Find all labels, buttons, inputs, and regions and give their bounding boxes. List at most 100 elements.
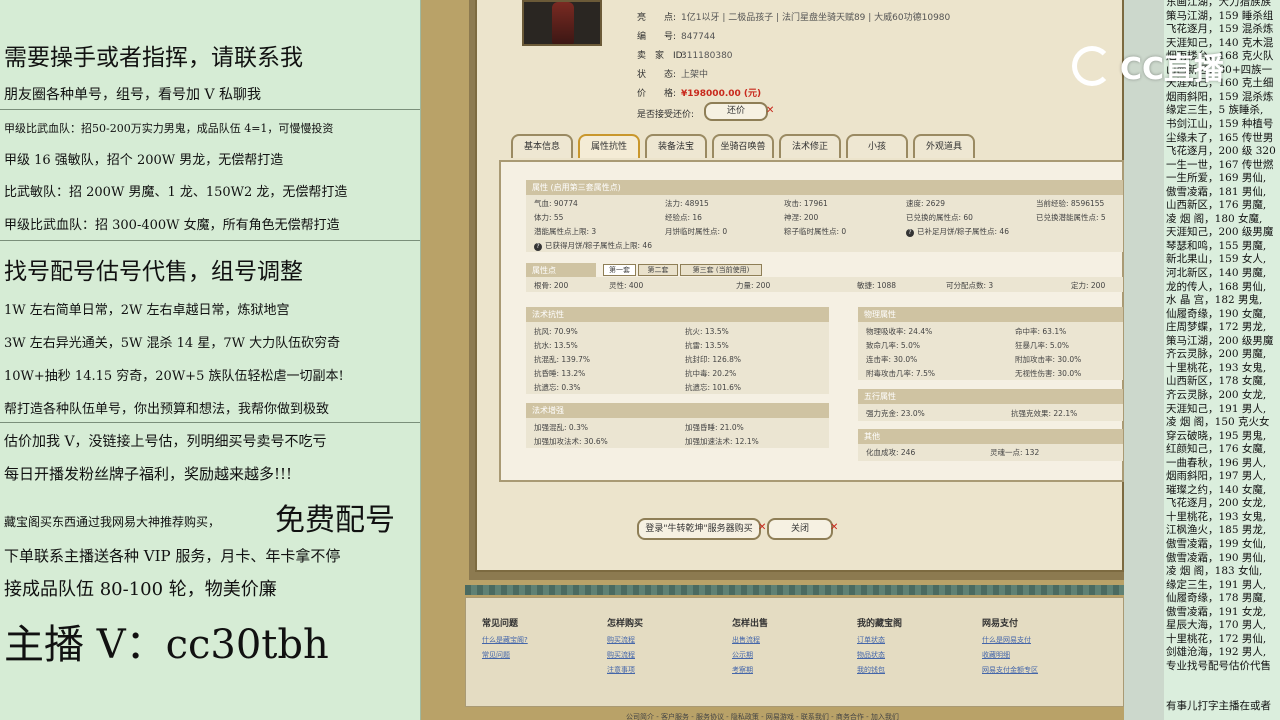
attr-cell: 气血: 90774	[534, 199, 578, 208]
attr-cell: ? 已补足月饼/粽子属性点: 46	[906, 226, 1009, 237]
physical-cell: 狂暴几率: 5.0%	[1015, 341, 1069, 350]
footer-link[interactable]: 收藏明细	[982, 650, 1010, 660]
counter-offer-button[interactable]: 还价	[704, 102, 768, 121]
ad-line-price1: 1W 左右简单日常，2W 左右卓越日常，炼狱地宫	[4, 303, 290, 318]
footer-col-title: 怎样出售	[732, 619, 769, 629]
character-avatar	[522, 0, 602, 46]
footer-link[interactable]: 常见问题	[482, 650, 510, 660]
info-price: 价 格: ¥198000.00 (元)	[637, 89, 762, 99]
boost-cell: 加强加攻法术: 30.6%	[534, 437, 608, 446]
ad-line-team4: 甲级比武血队：招 300-400W 女魔，所有角色无偿帮打造	[4, 218, 340, 233]
points-cell: 灵性: 400	[609, 281, 644, 290]
footer-col-title: 怎样购买	[607, 619, 644, 629]
subtab-set-3[interactable]: 第三套 (当前使用)	[680, 264, 762, 276]
footer-link[interactable]: 网易支付金额专区	[982, 665, 1038, 675]
footer-col-title: 我的藏宝阁	[857, 619, 903, 629]
section-title-resist: 法术抗性	[526, 307, 829, 322]
resist-cell: 抗遗忘: 0.3%	[534, 383, 581, 392]
resist-cell: 抗中毒: 20.2%	[685, 369, 737, 378]
close-button[interactable]: 关闭	[767, 518, 833, 540]
ad-line-friends: 朋友圈各种单号，组号，看号加 V 私聊我	[4, 87, 262, 103]
ad-contact: 主播 V：cc30tbh	[4, 622, 329, 668]
ad-line-estimate: 估价加我 V，没链接上号估，列明细买号卖号不吃亏	[4, 434, 327, 450]
ad-line-help: 帮打造各种队伍单号，你出预算和想法，我帮你做到极致	[4, 402, 330, 417]
footer-bottom-links[interactable]: 公司简介 - 客户服务 - 服务协议 - 隐私政策 - 网易游戏 - 联系我们 …	[626, 712, 899, 720]
physical-cell: 连击率: 30.0%	[866, 355, 918, 364]
footer-link[interactable]: 公示期	[732, 650, 753, 660]
ad-line-price2: 3W 左右异光通关，5W 混杀 14 星，7W 大力队伍砍穷奇	[4, 336, 341, 351]
physical-cell: 附毒攻击几率: 7.5%	[866, 369, 935, 378]
help-icon[interactable]: ?	[906, 229, 914, 237]
footer-link[interactable]: 出售流程	[732, 635, 760, 645]
footer-link[interactable]: 购买流程	[607, 635, 635, 645]
treasure-pavilion-window: 亮 点: 1亿1以牙 | 二极品孩子 | 法门星盘坐骑天赋89 | 大威60功德1…	[421, 0, 1124, 720]
resist-cell: 抗封印: 126.8%	[685, 355, 742, 364]
ad-line-price3: 10W+抽秒 14.15 穷奇，20W+5 族队伍轻松虐一切副本!	[4, 369, 344, 384]
footer-link[interactable]: 物品状态	[857, 650, 885, 660]
attr-cell: 神涅: 200	[784, 213, 819, 222]
chat-message: 专业找号配号估价代售	[1166, 659, 1271, 672]
help-icon[interactable]: ?	[534, 243, 542, 251]
attr-cell: 月饼临时属性点: 0	[665, 227, 728, 236]
attr-cell: 已兑换的属性点: 60	[906, 213, 973, 222]
other-cell: 化血成攻: 246	[866, 448, 916, 457]
boost-cell: 加强加速法术: 12.1%	[685, 437, 759, 446]
points-cell: 敏捷: 1088	[857, 281, 896, 290]
ad-headline-2: 找号配号估号代售，组号调整	[4, 259, 303, 285]
footer-link[interactable]: 购买流程	[607, 650, 635, 660]
footer-col-title: 常见问题	[482, 619, 519, 629]
footer-link[interactable]: 订单状态	[857, 635, 885, 645]
points-cell: 可分配点数: 3	[946, 281, 994, 290]
resist-cell: 抗风: 70.9%	[534, 327, 578, 336]
other-cell: 灵魂一点: 132	[990, 448, 1040, 457]
login-server-buy-button[interactable]: 登录"牛转乾坤"服务器购买	[637, 518, 761, 540]
chat-message: 有事儿打字主播在或者	[1166, 700, 1271, 712]
tab-equipment[interactable]: 装备法宝	[645, 134, 707, 158]
footer-link[interactable]: 考察期	[732, 665, 753, 675]
info-highlights: 亮 点: 1亿1以牙 | 二极品孩子 | 法门星盘坐骑天赋89 | 大威60功德1…	[637, 13, 951, 23]
info-seller: 卖 家 ID:311180380	[637, 51, 733, 61]
tab-mounts[interactable]: 坐骑召唤兽	[712, 134, 774, 158]
points-cell: 根骨: 200	[534, 281, 569, 290]
physical-cell: 附加攻击率: 30.0%	[1015, 355, 1082, 364]
ad-line-vip: 下单联系主播送各种 VIP 服务，月卡、年卡拿不停	[4, 547, 341, 565]
subtab-set-1[interactable]: 第一套	[603, 264, 636, 276]
points-cell: 定力: 200	[1071, 281, 1106, 290]
subtab-set-2[interactable]: 第二套	[638, 264, 678, 276]
danmaku-chat-column: 东画江湖，大力猎族族 策马江湖，159 睡杀组 飞花逐月，159 混杀炼 天涯知己，1…	[1124, 0, 1280, 720]
site-footer: 常见问题 什么是藏宝阁? 常见问题 怎样购买 购买流程 购买流程 注意事项 怎样…	[465, 597, 1124, 707]
attr-note: ? 已获得月饼/粽子属性点上限: 46	[534, 240, 652, 251]
ad-line-team2: 甲级 16 强敏队，招个 200W 男龙，无偿帮打造	[4, 153, 284, 168]
section-title-physical: 物理属性	[858, 307, 1123, 322]
info-id: 编 号: 847744	[637, 32, 716, 42]
ad-headline: 需要操手或者指挥，请联系我	[4, 45, 303, 71]
section-title-points: 属性点	[526, 263, 596, 278]
section-title-attributes: 属性 (启用第三套属性点)	[526, 180, 1123, 195]
cc-logo-icon	[1072, 46, 1112, 86]
footer-pattern	[465, 585, 1124, 595]
tab-spells[interactable]: 法术修正	[779, 134, 841, 158]
platform-watermark: CC直播	[1120, 52, 1225, 87]
footer-col-title: 网易支付	[982, 619, 1019, 629]
tab-basic-info[interactable]: 基本信息	[511, 134, 573, 158]
divider	[0, 422, 420, 423]
ad-line-team5: 接成品队伍 80-100 轮，物美价廉	[4, 579, 277, 600]
attr-cell: 速度: 2629	[906, 199, 945, 208]
close-icon: ✕	[830, 522, 839, 533]
physical-cell: 物理吸收率: 24.4%	[866, 327, 933, 336]
footer-link[interactable]: 什么是网易支付	[982, 635, 1031, 645]
footer-link[interactable]: 注意事项	[607, 665, 635, 675]
footer-link[interactable]: 我的钱包	[857, 665, 885, 675]
elements-cell: 抗强克效果: 22.1%	[1011, 409, 1078, 418]
tab-appearance[interactable]: 外观道具	[913, 134, 975, 158]
boost-cell: 加强混乱: 0.3%	[534, 423, 588, 432]
tab-children[interactable]: 小孩	[846, 134, 908, 158]
resist-cell: 抗昏睡: 13.2%	[534, 369, 586, 378]
resist-cell: 抗水: 13.5%	[534, 341, 578, 350]
attr-cell: 当前经验: 8596155	[1036, 199, 1105, 208]
elements-cell: 强力克金: 23.0%	[866, 409, 925, 418]
footer-link[interactable]: 什么是藏宝阁?	[482, 635, 528, 645]
attr-cell: 攻击: 17961	[784, 199, 828, 208]
resist-cell: 抗混乱: 139.7%	[534, 355, 591, 364]
tab-attributes[interactable]: 属性抗性	[578, 134, 640, 158]
